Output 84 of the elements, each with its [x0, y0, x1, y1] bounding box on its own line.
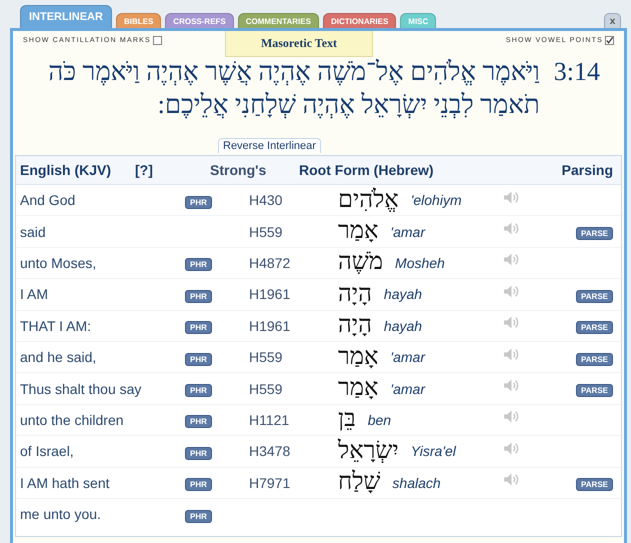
column-header: Root Form (Hebrew) [299, 162, 435, 178]
speaker-icon[interactable] [503, 284, 520, 299]
transliteration: 'amar [390, 349, 425, 366]
phrase-button[interactable]: PHR [185, 258, 212, 272]
english-word: and he said, [20, 349, 96, 366]
strongs-number[interactable]: H1121 [249, 412, 290, 428]
speaker-icon[interactable] [503, 346, 520, 362]
strongs-number[interactable]: H559 [249, 349, 282, 366]
transliteration: shalach [392, 474, 441, 491]
transliteration: ben [368, 412, 392, 428]
english-word: Thus shalt thou say [20, 380, 142, 397]
phrase-button[interactable]: PHR [185, 290, 212, 303]
english-word: I AM [20, 286, 48, 302]
english-word: unto the children [20, 412, 124, 428]
checkbox[interactable] [605, 36, 614, 45]
strongs-number[interactable]: H7971 [249, 474, 290, 491]
phrase-button[interactable]: PHR [185, 510, 212, 523]
verse-reference: 3:14 [554, 56, 600, 88]
hebrew-word: יִשְׂרָאֵל [338, 438, 399, 465]
phrase-button[interactable]: PHR [185, 321, 212, 334]
english-word: me unto you. [20, 506, 101, 522]
parse-button[interactable]: PARSE [576, 290, 613, 303]
strongs-number[interactable]: H559 [249, 224, 282, 240]
transliteration: hayah [384, 286, 422, 302]
hebrew-word: שָׁלַח [338, 469, 380, 496]
speaker-icon[interactable] [503, 252, 520, 268]
parse-button[interactable]: PARSE [576, 352, 613, 366]
english-word: THAT I AM: [20, 318, 92, 334]
strongs-number[interactable]: H559 [249, 380, 282, 397]
phrase-button[interactable]: PHR [185, 196, 212, 209]
speaker-icon[interactable] [503, 472, 520, 488]
tab[interactable]: BIBLES [116, 13, 162, 28]
phrase-button[interactable]: PHR [185, 478, 212, 492]
table-label: Reverse Interlinear [218, 138, 321, 153]
parse-button[interactable]: PARSE [576, 227, 613, 240]
speaker-icon[interactable] [503, 440, 520, 456]
hebrew-word: אָמַר [338, 375, 378, 402]
column-header: English (KJV) [19, 162, 112, 178]
hebrew-word: אָמַר [338, 218, 378, 246]
tab[interactable]: INTERLINEAR [20, 5, 112, 28]
tab[interactable]: CROSS-REFS [165, 13, 234, 28]
speaker-icon[interactable] [503, 190, 520, 205]
hebrew-word: הָיָה [338, 280, 372, 308]
hebrew-word: אָמַר [338, 344, 378, 371]
parse-button[interactable]: PARSE [576, 321, 613, 334]
speaker-icon[interactable] [503, 409, 520, 424]
text-label: Masoretic Text [225, 31, 373, 57]
strongs-number[interactable]: H1961 [249, 286, 290, 302]
parse-button[interactable]: PARSE [576, 478, 613, 492]
strongs-number[interactable]: H4872 [249, 254, 290, 271]
hebrew-word: אֱלֹהִים [338, 186, 399, 214]
transliteration: Mosheh [395, 254, 445, 271]
hebrew-word: בֵּן [338, 406, 356, 434]
column-header: Parsing [560, 162, 614, 178]
speaker-icon[interactable] [503, 315, 520, 330]
transliteration: hayah [384, 318, 422, 334]
transliteration: 'amar [390, 380, 425, 397]
help-link[interactable]: [?] [111, 162, 210, 178]
english-word: of Israel, [20, 443, 74, 460]
hebrew-word: מֹשֶׁה [338, 249, 384, 276]
strongs-number[interactable]: H430 [249, 192, 282, 208]
hebrew-word: הָיָה [338, 312, 372, 340]
close-button[interactable]: x [604, 13, 621, 28]
english-word: And God [20, 192, 76, 208]
phrase-button[interactable]: PHR [185, 384, 212, 398]
english-word: said [20, 224, 46, 240]
tab[interactable]: DICTIONARIES [322, 13, 396, 28]
phrase-button[interactable]: PHR [185, 415, 212, 428]
transliteration: Yisra'el [410, 443, 456, 460]
verse-text: וַיֹּאמֶר אֱלֹהִים אֶל־מֹשֶׁה אֶהְיֶה אֲשֶׁר אֶהְיֶה וַיֹּאמֶר כֹּה תֹאמַר לִבְנֵי יִשְׂרָאֵל אֶהְיֶה שְׁלָחַנִי אֲלֵיכֶם: [47, 56, 540, 121]
column-header: Strong's [210, 162, 268, 178]
checkbox[interactable] [152, 36, 162, 45]
phrase-button[interactable]: PHR [185, 352, 212, 366]
tab[interactable]: COMMENTARIES [238, 13, 319, 28]
speaker-icon[interactable] [503, 221, 520, 236]
strongs-number[interactable]: H3478 [249, 443, 290, 460]
transliteration: 'elohiym [410, 192, 462, 208]
parse-button[interactable]: PARSE [576, 384, 613, 398]
english-word: I AM hath sent [20, 474, 110, 491]
transliteration: 'amar [390, 224, 425, 240]
english-word: unto Moses, [20, 254, 96, 271]
phrase-button[interactable]: PHR [185, 446, 212, 460]
strongs-number[interactable]: H1961 [249, 318, 290, 334]
speaker-icon[interactable] [503, 378, 520, 394]
